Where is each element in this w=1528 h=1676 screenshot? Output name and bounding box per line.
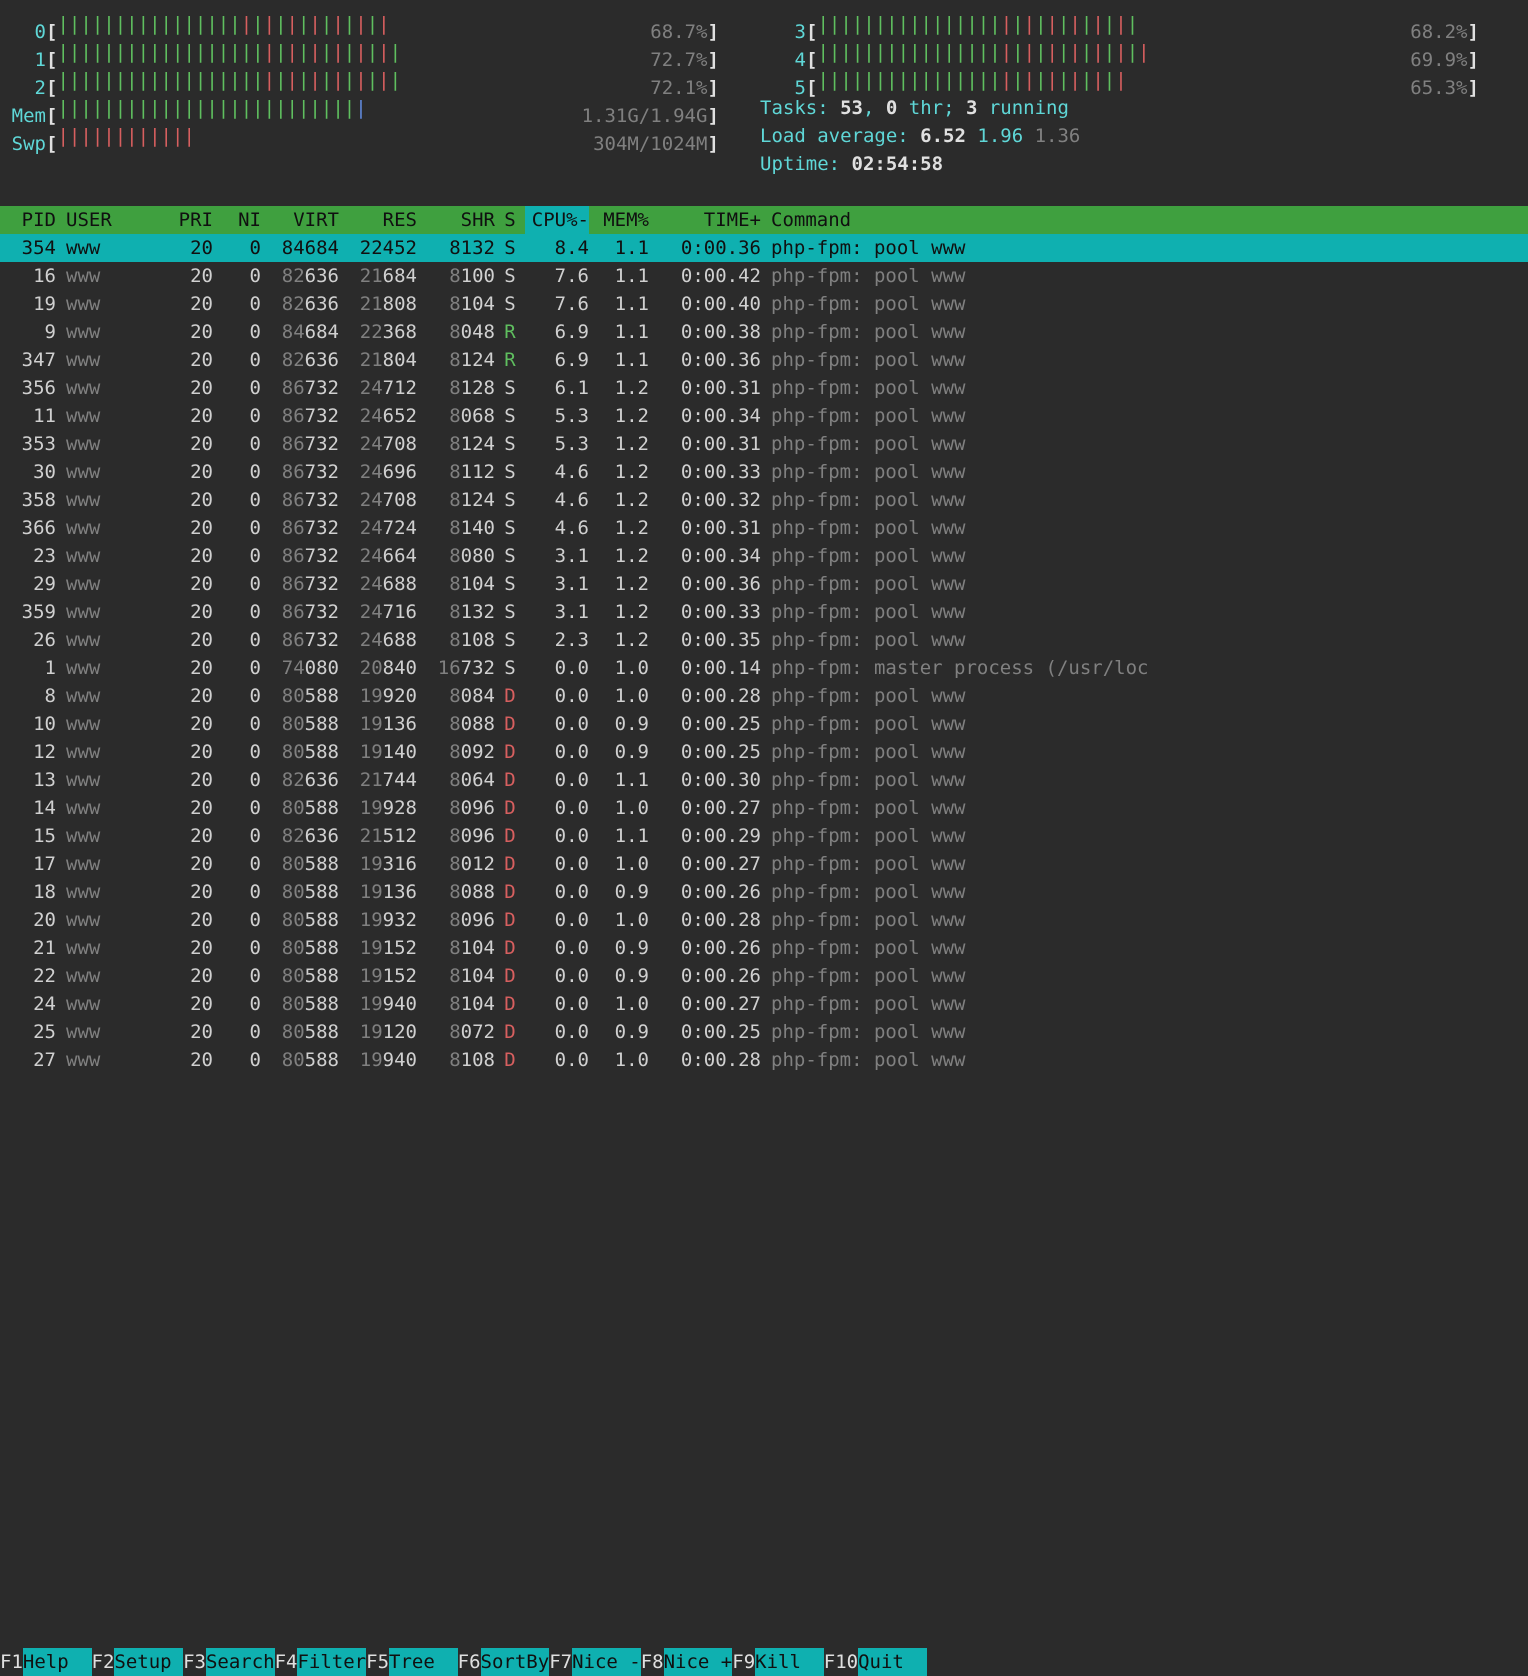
table-row[interactable]: 17www20080588193168012D0.01.00:00.27php-… xyxy=(0,850,1528,878)
table-row[interactable]: 11www20086732246528068S5.31.20:00.34php-… xyxy=(0,402,1528,430)
table-row[interactable]: 366www20086732247248140S4.61.20:00.31php… xyxy=(0,514,1528,542)
table-row[interactable]: 354www20084684224528132S8.41.10:00.36php… xyxy=(0,234,1528,262)
table-row[interactable]: 19www20082636218088104S7.61.10:00.40php-… xyxy=(0,290,1528,318)
fkey-label-F6[interactable]: SortBy xyxy=(481,1648,550,1676)
table-row[interactable]: 353www20086732247088124S5.31.20:00.31php… xyxy=(0,430,1528,458)
table-row[interactable]: 23www20086732246648080S3.11.20:00.34php-… xyxy=(0,542,1528,570)
fkey-F5[interactable]: F5 xyxy=(366,1651,389,1673)
fkey-F10[interactable]: F10 xyxy=(824,1651,858,1673)
fkey-F8[interactable]: F8 xyxy=(641,1651,664,1673)
table-row[interactable]: 14www20080588199288096D0.01.00:00.27php-… xyxy=(0,794,1528,822)
fkey-F2[interactable]: F2 xyxy=(92,1651,115,1673)
table-row[interactable]: 18www20080588191368088D0.00.90:00.26php-… xyxy=(0,878,1528,906)
table-row[interactable]: 27www20080588199408108D0.01.00:00.28php-… xyxy=(0,1046,1528,1074)
col-virt[interactable]: VIRT xyxy=(261,206,339,234)
table-row[interactable]: 20www20080588199328096D0.01.00:00.28php-… xyxy=(0,906,1528,934)
col-pri[interactable]: PRI xyxy=(165,206,213,234)
fkey-label-F5[interactable]: Tree xyxy=(389,1648,458,1676)
process-list[interactable]: 354www20084684224528132S8.41.10:00.36php… xyxy=(0,234,1528,1074)
fkey-label-F7[interactable]: Nice - xyxy=(572,1648,641,1676)
table-row[interactable]: 29www20086732246888104S3.11.20:00.36php-… xyxy=(0,570,1528,598)
fkey-F9[interactable]: F9 xyxy=(732,1651,755,1673)
fkey-label-F3[interactable]: Search xyxy=(206,1648,275,1676)
fkey-F4[interactable]: F4 xyxy=(275,1651,298,1673)
table-row[interactable]: 10www20080588191368088D0.00.90:00.25php-… xyxy=(0,710,1528,738)
fkey-label-F9[interactable]: Kill xyxy=(755,1648,824,1676)
table-row[interactable]: 12www20080588191408092D0.00.90:00.25php-… xyxy=(0,738,1528,766)
table-row[interactable]: 26www20086732246888108S2.31.20:00.35php-… xyxy=(0,626,1528,654)
col-ni[interactable]: NI xyxy=(213,206,261,234)
table-row[interactable]: 356www20086732247128128S6.11.20:00.31php… xyxy=(0,374,1528,402)
table-row[interactable]: 358www20086732247088124S4.61.20:00.32php… xyxy=(0,486,1528,514)
table-row[interactable]: 30www20086732246968112S4.61.20:00.33php-… xyxy=(0,458,1528,486)
col-state[interactable]: S xyxy=(495,206,525,234)
fkey-label-F2[interactable]: Setup xyxy=(114,1648,183,1676)
table-row[interactable]: 359www20086732247168132S3.11.20:00.33php… xyxy=(0,598,1528,626)
table-row[interactable]: 21www20080588191528104D0.00.90:00.26php-… xyxy=(0,934,1528,962)
process-table-header[interactable]: PID USER PRI NI VIRT RES SHR S CPU%- MEM… xyxy=(0,206,1528,234)
fkey-label-F1[interactable]: Help xyxy=(23,1648,92,1676)
fkey-label-F10[interactable]: Quit xyxy=(858,1648,927,1676)
table-row[interactable]: 15www20082636215128096D0.01.10:00.29php-… xyxy=(0,822,1528,850)
fkey-F3[interactable]: F3 xyxy=(183,1651,206,1673)
table-row[interactable]: 9www20084684223688048R6.91.10:00.38php-f… xyxy=(0,318,1528,346)
table-row[interactable]: 24www20080588199408104D0.01.00:00.27php-… xyxy=(0,990,1528,1018)
table-row[interactable]: 25www20080588191208072D0.00.90:00.25php-… xyxy=(0,1018,1528,1046)
col-res[interactable]: RES xyxy=(339,206,417,234)
fkey-F6[interactable]: F6 xyxy=(458,1651,481,1673)
table-row[interactable]: 347www20082636218048124R6.91.10:00.36php… xyxy=(0,346,1528,374)
table-row[interactable]: 1www200740802084016732S0.01.00:00.14php-… xyxy=(0,654,1528,682)
fkey-F1[interactable]: F1 xyxy=(0,1651,23,1673)
fkey-label-F4[interactable]: Filter xyxy=(297,1648,366,1676)
table-row[interactable]: 16www20082636216848100S7.61.10:00.42php-… xyxy=(0,262,1528,290)
col-cpu[interactable]: CPU%- xyxy=(525,206,589,234)
col-shr[interactable]: SHR xyxy=(417,206,495,234)
col-mem[interactable]: MEM% xyxy=(589,206,649,234)
fkey-label-F8[interactable]: Nice + xyxy=(664,1648,733,1676)
table-row[interactable]: 13www20082636217448064D0.01.10:00.30php-… xyxy=(0,766,1528,794)
col-pid[interactable]: PID xyxy=(0,206,60,234)
header-meters: 0[|||||||||||||||||||||||||||||68.7%]1[|… xyxy=(0,0,1528,206)
table-row[interactable]: 8www20080588199208084D0.01.00:00.28php-f… xyxy=(0,682,1528,710)
col-cmd[interactable]: Command xyxy=(767,206,1528,234)
table-row[interactable]: 22www20080588191528104D0.00.90:00.26php-… xyxy=(0,962,1528,990)
footer-fkeys: F1Help F2Setup F3SearchF4FilterF5Tree F6… xyxy=(0,1648,1528,1676)
col-user[interactable]: USER xyxy=(60,206,165,234)
fkey-F7[interactable]: F7 xyxy=(549,1651,572,1673)
col-time[interactable]: TIME+ xyxy=(649,206,767,234)
